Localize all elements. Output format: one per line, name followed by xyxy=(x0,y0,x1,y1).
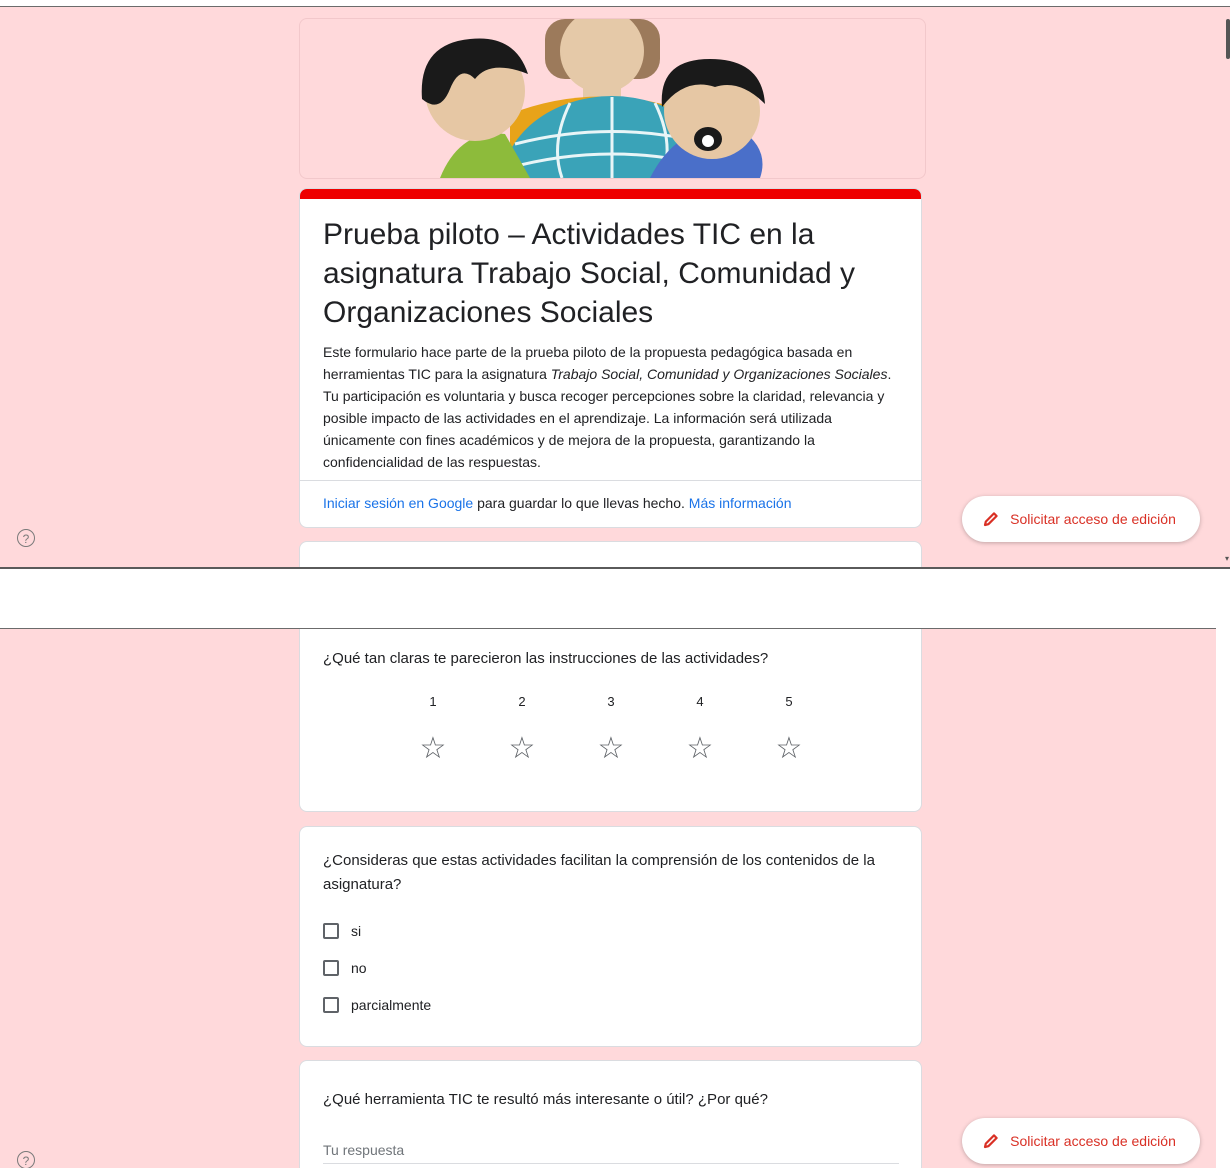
answer-input[interactable] xyxy=(323,1137,899,1164)
signin-notice: Iniciar sesión en Google para guardar lo… xyxy=(323,493,792,513)
form-view-top: Prueba piloto – Actividades TIC en la as… xyxy=(0,6,1230,569)
option-label: no xyxy=(351,960,367,976)
request-edit-access-button[interactable]: Solicitar acceso de edición xyxy=(962,1118,1200,1164)
scale-label: 4 xyxy=(696,694,704,709)
question-text: ¿Consideras que estas actividades facili… xyxy=(323,852,875,893)
scale-label: 5 xyxy=(785,694,793,709)
star-outline-icon[interactable]: ☆ xyxy=(680,732,720,766)
star-outline-icon[interactable]: ☆ xyxy=(413,732,453,766)
divider xyxy=(300,480,921,481)
help-icon[interactable]: ? xyxy=(17,529,35,547)
signin-text: para guardar lo que llevas hecho. xyxy=(473,495,689,511)
checkbox-icon[interactable] xyxy=(323,997,339,1013)
form-title-card: Prueba piloto – Actividades TIC en la as… xyxy=(299,188,922,528)
scale-label: 1 xyxy=(429,694,437,709)
description-italic: Trabajo Social, Comunidad y Organizacion… xyxy=(550,366,888,382)
help-icon[interactable]: ? xyxy=(17,1151,35,1168)
star-outline-icon[interactable]: ☆ xyxy=(769,732,809,766)
question-card-checkbox: ¿Consideras que estas actividades facili… xyxy=(299,826,922,1047)
request-edit-access-button[interactable]: Solicitar acceso de edición xyxy=(962,496,1200,542)
header-banner-image xyxy=(299,18,926,179)
question-card-text: ¿Qué herramienta TIC te resultó más inte… xyxy=(299,1060,922,1168)
option-label: si xyxy=(351,923,362,939)
pencil-icon xyxy=(984,1134,998,1149)
accent-bar xyxy=(300,189,921,199)
question-card-rating: ¿Qué tan claras te parecieron las instru… xyxy=(299,629,922,812)
checkbox-option[interactable]: no xyxy=(323,956,367,980)
checkbox-option[interactable]: si xyxy=(323,919,361,943)
form-view-bottom: ¿Qué tan claras te parecieron las instru… xyxy=(0,628,1216,1168)
signin-link[interactable]: Iniciar sesión en Google xyxy=(323,495,473,511)
form-title: Prueba piloto – Actividades TIC en la as… xyxy=(323,218,855,329)
children-globe-illustration xyxy=(421,19,765,178)
checkbox-icon[interactable] xyxy=(323,923,339,939)
scale-label: 3 xyxy=(607,694,615,709)
checkbox-option[interactable]: parcialmente xyxy=(323,993,431,1017)
form-description: Este formulario hace parte de la prueba … xyxy=(323,341,903,473)
scale-label: 2 xyxy=(518,694,526,709)
option-label: parcialmente xyxy=(351,997,432,1013)
next-question-card xyxy=(299,541,922,567)
scrollbar-thumb[interactable] xyxy=(1226,19,1230,59)
question-text: ¿Qué tan claras te parecieron las instru… xyxy=(323,650,769,667)
scroll-down-icon[interactable]: ▾ xyxy=(1225,554,1229,563)
more-info-link[interactable]: Más información xyxy=(689,495,792,511)
star-outline-icon[interactable]: ☆ xyxy=(502,732,542,766)
question-text: ¿Qué herramienta TIC te resultó más inte… xyxy=(323,1091,768,1108)
edit-access-label: Solicitar acceso de edición xyxy=(1010,511,1176,527)
checkbox-icon[interactable] xyxy=(323,960,339,976)
edit-access-label: Solicitar acceso de edición xyxy=(1010,1133,1176,1149)
pencil-icon xyxy=(984,512,998,527)
star-outline-icon[interactable]: ☆ xyxy=(591,732,631,766)
